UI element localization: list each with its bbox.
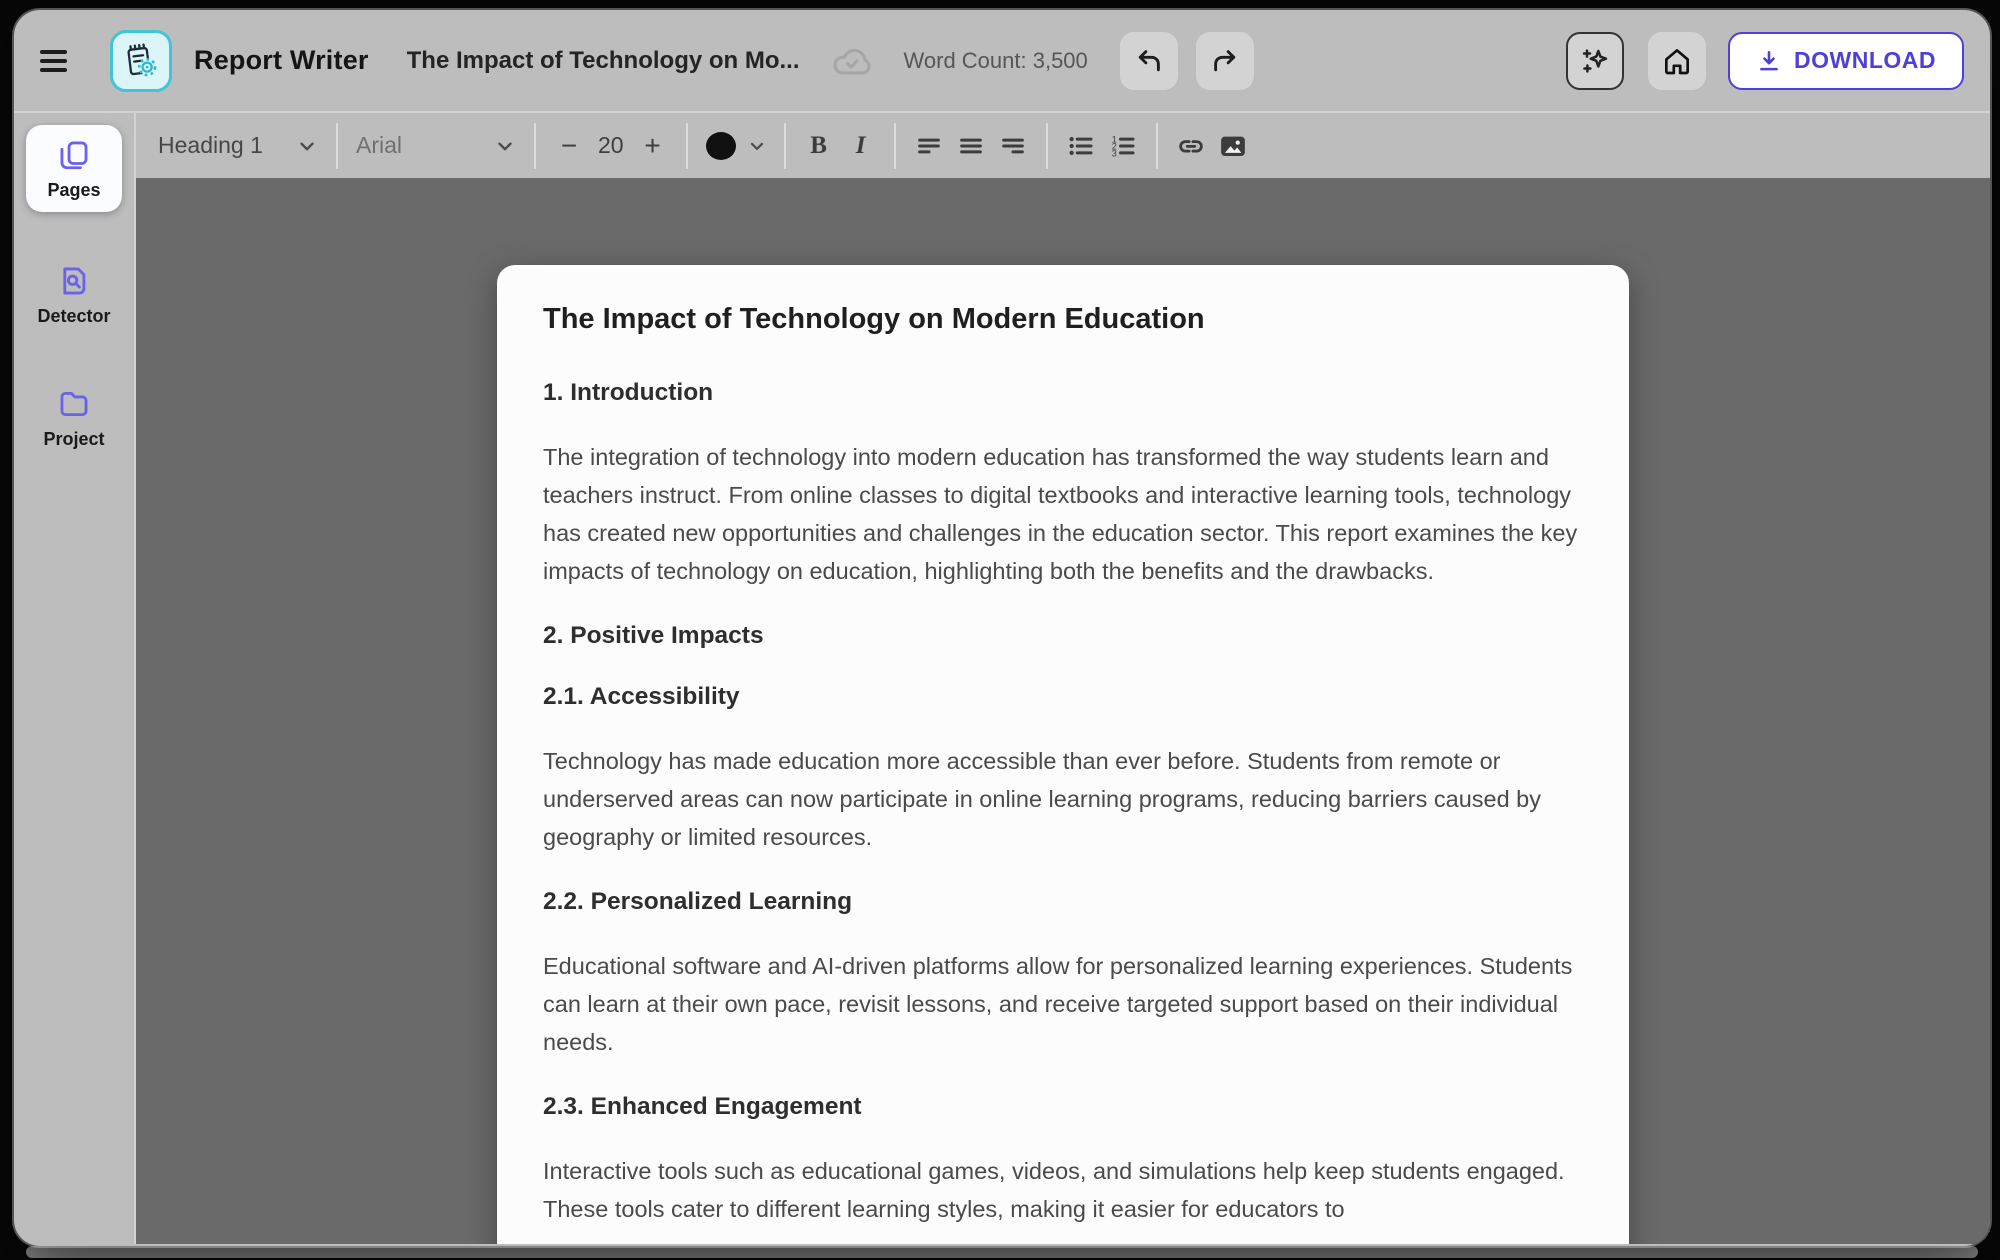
doc-paragraph[interactable]: Technology has made education more acces… xyxy=(543,742,1583,856)
insert-link-button[interactable] xyxy=(1170,124,1212,168)
menu-icon xyxy=(40,50,67,54)
bold-button[interactable]: B xyxy=(798,124,840,168)
doc-heading-2[interactable]: 2.3. Enhanced Engagement xyxy=(543,1091,1583,1122)
doc-heading-2[interactable]: 2. Positive Impacts xyxy=(543,620,1583,651)
toolbar-divider xyxy=(534,123,536,169)
download-button[interactable]: DOWNLOAD xyxy=(1728,32,1964,90)
image-icon xyxy=(1218,131,1248,161)
app-logo[interactable] xyxy=(110,30,172,92)
app-logo-notepad-gear-icon xyxy=(120,40,162,82)
doc-heading-2[interactable]: 1. Introduction xyxy=(543,377,1583,408)
bullet-list-button[interactable] xyxy=(1060,124,1102,168)
toolbar-divider xyxy=(784,123,786,169)
font-family-value: Arial xyxy=(356,132,402,159)
font-size-value: 20 xyxy=(598,132,624,159)
format-toolbar: Heading 1 Arial − 20 + xyxy=(136,113,1990,178)
toolbar-divider xyxy=(686,123,688,169)
document-title-field[interactable]: The Impact of Technology on Mo... xyxy=(407,47,800,75)
font-size-decrease-button[interactable]: − xyxy=(548,124,590,168)
doc-paragraph[interactable]: Interactive tools such as educational ga… xyxy=(543,1152,1583,1228)
sidebar-item-detector[interactable]: Detector xyxy=(14,264,134,327)
doc-heading-1[interactable]: The Impact of Technology on Modern Educa… xyxy=(543,301,1583,337)
chevron-down-icon xyxy=(494,135,516,157)
doc-heading-2[interactable]: 2.2. Personalized Learning xyxy=(543,886,1583,917)
insert-image-button[interactable] xyxy=(1212,124,1254,168)
content-row: Pages Detector Project xyxy=(14,113,1990,1244)
link-icon xyxy=(1176,131,1206,161)
document-page[interactable]: The Impact of Technology on Modern Educa… xyxy=(497,265,1629,1244)
italic-icon: I xyxy=(856,132,866,160)
home-button[interactable] xyxy=(1648,32,1706,90)
chevron-down-icon xyxy=(747,136,767,156)
numbered-list-button[interactable]: 123 xyxy=(1102,124,1144,168)
word-count: Word Count: 3,500 xyxy=(904,48,1088,74)
app-title: Report Writer xyxy=(194,45,369,76)
redo-icon xyxy=(1210,46,1240,76)
paragraph-style-dropdown[interactable]: Heading 1 xyxy=(152,132,324,159)
chevron-down-icon xyxy=(296,135,318,157)
download-icon xyxy=(1756,48,1782,74)
pages-icon xyxy=(57,138,91,172)
sidebar: Pages Detector Project xyxy=(14,113,136,1244)
sidebar-item-label: Detector xyxy=(37,306,110,327)
sidebar-item-project[interactable]: Project xyxy=(14,387,134,450)
sparkles-icon xyxy=(1579,45,1611,77)
paragraph-style-value: Heading 1 xyxy=(158,132,263,159)
editor-canvas: The Impact of Technology on Modern Educa… xyxy=(136,178,1990,1244)
menu-button[interactable] xyxy=(40,44,74,78)
redo-button[interactable] xyxy=(1196,32,1254,90)
align-right-icon xyxy=(999,132,1027,160)
italic-button[interactable]: I xyxy=(840,124,882,168)
app-window: Report Writer The Impact of Technology o… xyxy=(14,10,1990,1246)
home-icon xyxy=(1661,45,1693,77)
text-color-dropdown[interactable] xyxy=(742,124,772,168)
ai-assistant-button[interactable] xyxy=(1566,32,1624,90)
doc-heading-2[interactable]: 2.1. Accessibility xyxy=(543,681,1583,712)
font-size-increase-button[interactable]: + xyxy=(632,124,674,168)
bullet-list-icon xyxy=(1066,131,1096,161)
text-color-button[interactable] xyxy=(700,124,742,168)
detector-icon xyxy=(57,264,91,298)
bold-icon: B xyxy=(810,132,827,160)
align-left-button[interactable] xyxy=(908,124,950,168)
undo-button[interactable] xyxy=(1120,32,1178,90)
cloud-saved-icon xyxy=(830,39,874,83)
main-column: Heading 1 Arial − 20 + xyxy=(136,113,1990,1244)
undo-icon xyxy=(1134,46,1164,76)
minus-icon: − xyxy=(561,132,577,160)
font-family-dropdown[interactable]: Arial xyxy=(350,132,522,159)
download-label: DOWNLOAD xyxy=(1794,47,1936,74)
sidebar-item-label: Project xyxy=(43,429,104,450)
text-color-swatch xyxy=(706,132,736,160)
align-right-button[interactable] xyxy=(992,124,1034,168)
align-center-icon xyxy=(957,132,985,160)
header-bar: Report Writer The Impact of Technology o… xyxy=(14,10,1990,113)
sidebar-item-pages[interactable]: Pages xyxy=(26,125,122,212)
sidebar-item-label: Pages xyxy=(47,180,100,201)
align-left-icon xyxy=(915,132,943,160)
toolbar-divider xyxy=(336,123,338,169)
project-icon xyxy=(57,387,91,421)
align-center-button[interactable] xyxy=(950,124,992,168)
svg-text:3: 3 xyxy=(1111,148,1116,158)
numbered-list-icon: 123 xyxy=(1108,131,1138,161)
toolbar-divider xyxy=(1156,123,1158,169)
doc-paragraph[interactable]: The integration of technology into moder… xyxy=(543,438,1583,590)
background-window-edge xyxy=(26,1246,1978,1258)
doc-paragraph[interactable]: Educational software and AI-driven platf… xyxy=(543,947,1583,1061)
plus-icon: + xyxy=(644,132,660,160)
toolbar-divider xyxy=(1046,123,1048,169)
toolbar-divider xyxy=(894,123,896,169)
